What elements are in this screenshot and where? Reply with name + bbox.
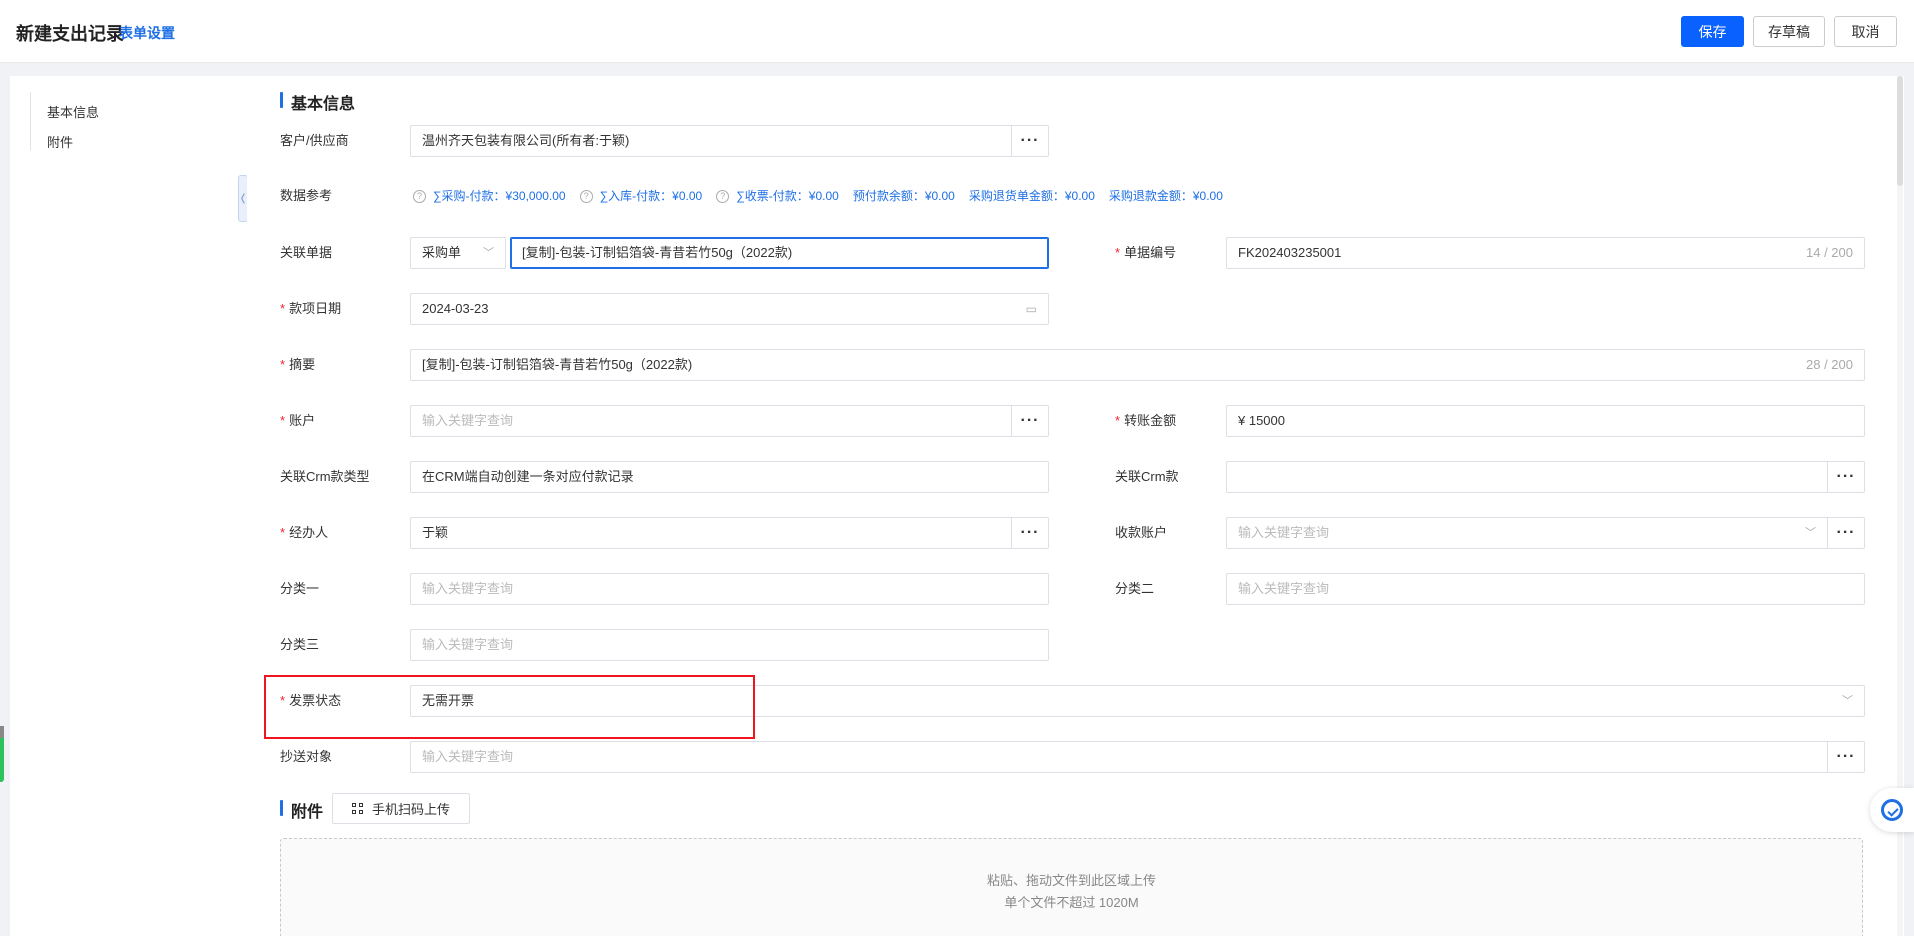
summary-value: [复制]-包装-订制铝箔袋-青昔若竹50g（2022款) [422,357,693,372]
related-doc-input[interactable]: [复制]-包装-订制铝箔袋-青昔若竹50g（2022款) [510,237,1049,269]
cancel-button[interactable]: 取消 [1834,16,1897,47]
summary-counter: 28 / 200 [1806,357,1853,372]
ellipsis-icon: ··· [1020,132,1040,149]
scan-upload-label: 手机扫码上传 [371,802,450,817]
ellipsis-icon: ··· [1020,412,1040,429]
transfer-amount-input[interactable]: ¥ 15000 [1226,405,1865,437]
receiving-account-input[interactable]: 输入关键字查询 ﹀ [1226,517,1828,549]
category2-label: 分类二 [1115,581,1155,596]
crm-payment-picker-button[interactable]: ··· [1827,461,1865,493]
ellipsis-icon: ··· [1836,748,1856,765]
question-circle-icon[interactable]: ? [413,190,426,204]
section-title-basic-info: 基本信息 [280,90,355,114]
doc-number-counter: 14 / 200 [1806,245,1853,260]
summary-input[interactable]: [复制]-包装-订制铝箔袋-青昔若竹50g（2022款) 28 / 200 [410,349,1865,381]
cc-input[interactable]: 输入关键字查询 [410,741,1828,773]
crm-type-select[interactable]: 在CRM端自动创建一条对应付款记录 [410,461,1049,493]
left-float-tab-top [0,726,4,738]
related-doc-label: 关联单据 [280,245,333,260]
ref-item: ? ∑采购-付款：¥30,000.00 [413,186,566,206]
qrcode-icon [351,802,364,815]
ref-item: 采购退款金额：¥0.00 [1108,189,1223,203]
account-label: * 账户 [280,413,316,428]
data-reference-label: 数据参考 [280,188,333,203]
highlight-box [264,675,755,739]
crm-type-label: 关联Crm款类型 [280,469,370,484]
handler-input[interactable]: 于颖 [410,517,1012,549]
transfer-amount-label: * 转账金额 [1115,413,1177,428]
customer-supplier-input[interactable]: 温州齐天包装有限公司(所有者:于颖) [410,125,1012,157]
chevron-down-icon: ﹀ [1805,527,1816,539]
chevron-down-icon: ﹀ [483,247,494,259]
handler-picker-button[interactable]: ··· [1011,517,1049,549]
category1-label: 分类一 [280,581,320,596]
ellipsis-icon: ··· [1836,468,1856,485]
account-picker-button[interactable]: ··· [1011,405,1049,437]
file-dropzone[interactable]: 粘贴、拖动文件到此区域上传 单个文件不超过 1020M [280,838,1863,936]
dropzone-size-limit: 单个文件不超过 1020M [1004,895,1139,910]
dropzone-hint: 粘贴、拖动文件到此区域上传 [986,873,1156,888]
save-button[interactable]: 保存 [1681,16,1744,47]
summary-label: * 摘要 [280,357,316,372]
ellipsis-icon: ··· [1020,524,1040,541]
data-reference-values: ? ∑采购-付款：¥30,000.00 ? ∑入库-付款：¥0.00 ? ∑收票-付款：¥… [413,186,1237,206]
question-circle-icon[interactable]: ? [716,190,730,204]
doc-number-value: FK202403235001 [1238,245,1342,260]
assistant-icon [1881,799,1903,821]
receiving-account-picker-button[interactable]: ··· [1827,517,1865,549]
assistant-float-button[interactable] [1870,788,1914,832]
payment-date-input[interactable]: 2024-03-23 ▭ [410,293,1049,325]
ellipsis-icon: ··· [1836,524,1856,541]
category1-input[interactable]: 输入关键字查询 [410,573,1049,605]
scrollbar-thumb[interactable] [1897,76,1903,186]
question-circle-icon[interactable]: ? [579,190,593,204]
related-doc-type-value: 采购单 [422,245,462,260]
cc-label: 抄送对象 [280,749,333,764]
cc-picker-button[interactable]: ··· [1827,741,1865,773]
ref-item: 采购退货单金额：¥0.00 [968,189,1095,203]
scan-upload-button[interactable]: 手机扫码上传 [332,793,470,824]
section-title-attachment: 附件 [280,798,323,822]
ref-item: ? ∑收票-付款：¥0.00 [716,186,839,206]
save-draft-button[interactable]: 存草稿 [1753,16,1825,47]
section-nav: 基本信息 附件 [10,76,247,936]
related-doc-type-select[interactable]: 采购单 ﹀ [410,237,506,269]
nav-rail [30,92,31,150]
page-title: 新建支出记录 [16,24,124,44]
calendar-icon[interactable]: ▭ [1026,294,1037,324]
payment-date-value: 2024-03-23 [422,301,489,316]
ref-item: 预付款余额：¥0.00 [852,189,955,203]
doc-number-label: * 单据编号 [1115,245,1177,260]
chevron-left-icon: ❬ [238,193,248,204]
receiving-account-label: 收款账户 [1115,525,1168,540]
form-panel: 基本信息 客户/供应商 温州齐天包装有限公司(所有者:于颖) ··· 数据参考 … [247,76,1904,936]
nav-item-basic-info[interactable]: 基本信息 [47,102,99,121]
receiving-account-placeholder: 输入关键字查询 [1238,525,1330,540]
customer-supplier-label: 客户/供应商 [280,133,349,148]
category3-input[interactable]: 输入关键字查询 [410,629,1049,661]
nav-item-attachment[interactable]: 附件 [47,132,73,151]
customer-supplier-picker-button[interactable]: ··· [1011,125,1049,157]
ref-item: ? ∑入库-付款：¥0.00 [579,186,702,206]
crm-payment-input[interactable] [1226,461,1828,493]
doc-number-input[interactable]: FK202403235001 14 / 200 [1226,237,1865,269]
handler-label: * 经办人 [280,525,329,540]
chevron-down-icon: ﹀ [1842,695,1853,707]
category3-label: 分类三 [280,637,320,652]
category2-input[interactable]: 输入关键字查询 [1226,573,1865,605]
account-input[interactable]: 输入关键字查询 [410,405,1012,437]
form-settings-link[interactable]: 表单设置 [119,23,175,43]
payment-date-label: * 款项日期 [280,301,342,316]
crm-payment-label: 关联Crm款 [1115,469,1179,484]
top-bar: 新建支出记录 表单设置 保存 存草稿 取消 [0,0,1914,63]
